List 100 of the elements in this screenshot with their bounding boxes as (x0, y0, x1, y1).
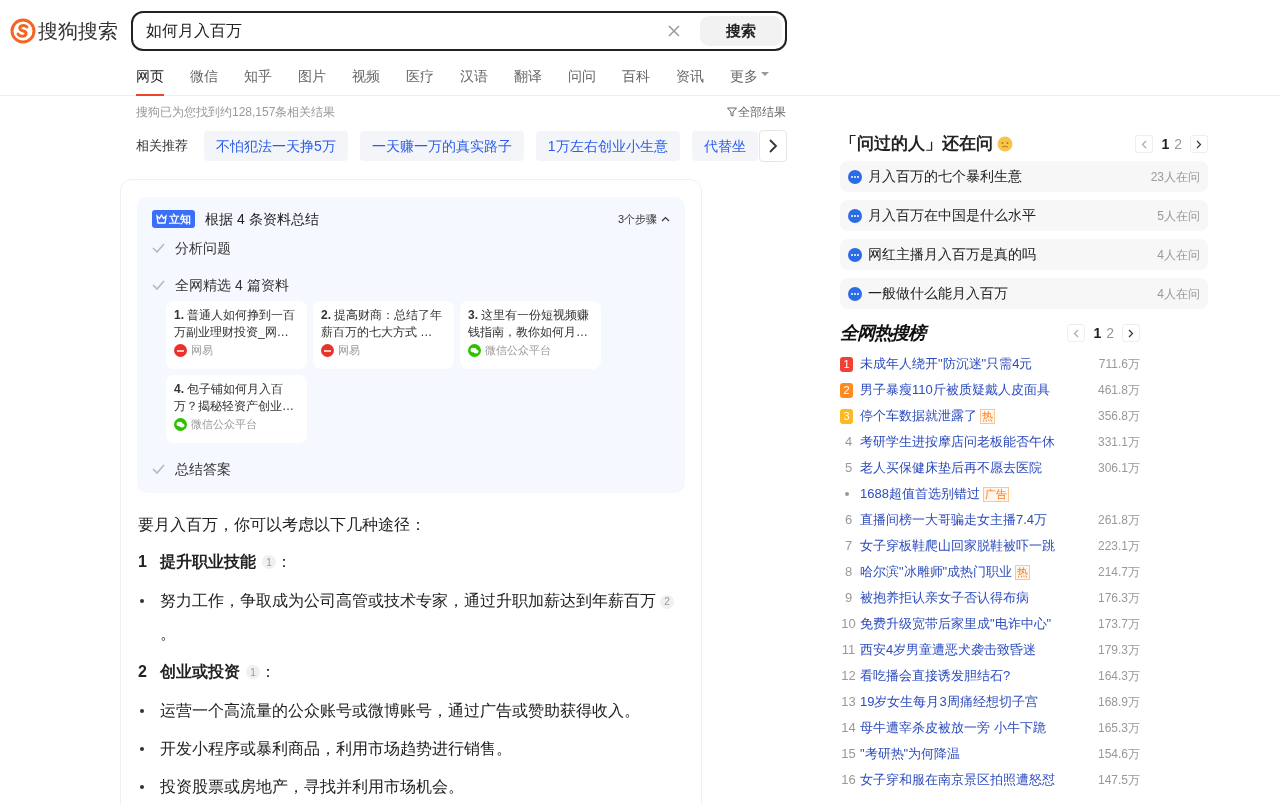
rank-number: 11 (840, 641, 857, 660)
nav-tab[interactable]: 问问 (568, 60, 596, 96)
search-field[interactable]: 如何月入百万 搜索 (131, 11, 787, 51)
nav-tab[interactable]: 微信 (190, 60, 218, 96)
nav-tab[interactable]: 资讯 (676, 60, 704, 96)
hot-link[interactable]: 停个车数据就泄露了 (860, 406, 977, 426)
question-item[interactable]: 月入百万的七个暴利生意 23人在问 (840, 161, 1208, 192)
nav-tab[interactable]: 医疗 (406, 60, 434, 96)
source-card[interactable]: 2. 提高财商：总结了年薪百万的七大方式 … 网易 (313, 301, 454, 369)
question-text: 网红主播月入百万是真的吗 (868, 245, 1037, 264)
hot-link[interactable]: 未成年人绕开"防沉迷"只需4元 (860, 354, 1033, 374)
colon-text: ： (260, 662, 276, 682)
related-chip[interactable]: 1万左右创业小生意 (535, 131, 680, 161)
hot-value: 154.6万 (1097, 746, 1140, 763)
hot-link[interactable]: 女子穿板鞋爬山回家脱鞋被吓一跳 (860, 536, 1055, 556)
rank-number: 6 (843, 511, 854, 530)
bullet-icon (140, 599, 144, 603)
bullet-text: 投资股票或房地产，寻找并利用市场机会。 (160, 778, 464, 795)
chevron-icon (661, 216, 670, 222)
rank-badge: 2 (840, 382, 853, 398)
nav-tab[interactable]: 网页 (136, 60, 164, 96)
hot-link[interactable]: 19岁女生每月3周痛经想切子宫 (860, 692, 1038, 712)
bullet-text: 努力工作，争取成为公司高管或技术专家，通过升职加薪达到年薪百万 (160, 592, 656, 609)
nav-tab[interactable]: 汉语 (460, 60, 488, 96)
hot-link[interactable]: 免费升级宽带后家里成"电诈中心" (860, 614, 1052, 634)
period-text: 。 (160, 625, 176, 642)
question-item[interactable]: 一般做什么能月入百万 4人在问 (840, 278, 1208, 309)
rank-number: 8 (843, 563, 854, 582)
hot-link[interactable]: 哈尔滨"冰雕师"成热门职业 (860, 562, 1013, 582)
bullet-text: 开发小程序或暴利商品，利用市场趋势进行销售。 (160, 740, 512, 757)
chat-bubble-icon (468, 343, 481, 357)
next-button[interactable] (1122, 324, 1140, 342)
bullet-text: 运营一个高流量的公众账号或微博账号，通过广告或赞助获得收入。 (160, 702, 640, 719)
chevron-right-icon (1128, 328, 1134, 338)
related-chip[interactable]: 一天赚一万的真实路子 (359, 131, 524, 161)
chat-bubble-icon (174, 417, 187, 431)
tag-label: 热 (1015, 564, 1031, 580)
next-button[interactable] (1190, 135, 1208, 153)
source-card[interactable]: 3. 这里有一份短视频赚钱指南，教你如何月… 微信公众平台 (460, 301, 601, 369)
ask-count: 4人在问 (1157, 285, 1200, 303)
hot-value: 176.3万 (1097, 590, 1140, 607)
hot-value: 356.8万 (1097, 408, 1140, 425)
ask-count: 5人在问 (1157, 207, 1200, 225)
hot-value: 261.8万 (1097, 512, 1140, 529)
nav-tab[interactable]: 百科 (622, 60, 650, 96)
nav-tab[interactable]: 更多 (730, 60, 769, 96)
next-button[interactable] (759, 130, 787, 162)
clear-icon (667, 24, 681, 38)
nav-tab[interactable]: 视频 (352, 60, 380, 96)
nav-tab[interactable]: 知乎 (244, 60, 272, 96)
rank-badge: 1 (840, 356, 853, 372)
related-chip[interactable]: 不怕犯法一天挣5万 (204, 131, 348, 161)
section-number: 1 (138, 552, 148, 572)
chat-bubble-icon (848, 169, 862, 184)
chevron-right-icon (768, 139, 778, 153)
search-button[interactable]: 搜索 (700, 16, 782, 46)
chat-bubble-icon (848, 286, 862, 301)
hot-link[interactable]: 直播间榜一大哥骗走女主播7.4万 (860, 510, 1048, 530)
related-chip[interactable]: 代替坐 (691, 131, 758, 161)
related-label: 相关推荐 (136, 137, 188, 156)
hot-link[interactable]: 考研学生进按摩店问老板能否午休 (860, 432, 1055, 452)
source-card[interactable]: 1. 普通人如何挣到一百万副业理财投资_网… 网易 (166, 301, 307, 369)
bullet-icon (845, 492, 849, 496)
chat-bubble-icon (848, 208, 862, 223)
filter-icon (727, 107, 737, 117)
hot-link[interactable]: 男子暴瘦110斤被质疑戴人皮面具 (860, 380, 1050, 400)
source-logo-icon (174, 343, 187, 357)
steps-toggle[interactable]: 3个步骤 (617, 210, 670, 228)
source-title: 2. 提高财商：总结了年薪百万的七大方式 … (321, 307, 444, 341)
page-number[interactable]: 1 (1161, 133, 1170, 155)
tag-label: 热 (980, 408, 995, 424)
hot-link[interactable]: 1688超值首选别错过 (860, 484, 980, 504)
source-name: 网易 (338, 343, 360, 358)
rank-number: 16 (840, 771, 857, 790)
hot-value: 461.8万 (1097, 382, 1140, 399)
filter-link[interactable]: 全部结果 (727, 103, 786, 121)
hot-link[interactable]: 被抱养拒认亲女子否认得布病 (860, 588, 1029, 608)
question-item[interactable]: 月入百万在中国是什么水平 5人在问 (840, 200, 1208, 231)
hot-value: 711.6万 (1098, 356, 1140, 373)
source-card[interactable]: 4. 包子铺如何月入百万？揭秘轻资产创业… 微信公众平台 (166, 375, 307, 443)
chat-bubble-icon (848, 247, 862, 262)
question-item[interactable]: 网红主播月入百万是真的吗 4人在问 (840, 239, 1208, 270)
hot-link[interactable]: "考研热"为何降温 (860, 744, 961, 764)
nav-tab[interactable]: 图片 (298, 60, 326, 96)
nav-tab[interactable]: 翻译 (514, 60, 542, 96)
ask-count: 4人在问 (1157, 246, 1200, 264)
hot-link[interactable]: 女子穿和服在南京景区拍照遭怒怼 (860, 770, 1055, 790)
section-number: 2 (138, 662, 148, 682)
hot-link[interactable]: 西安4岁男童遭恶犬袭击致昏迷 (860, 640, 1037, 660)
hot-value: 214.7万 (1097, 564, 1140, 581)
hot-link[interactable]: 母牛遭宰杀皮被放一旁 小牛下跪 (860, 718, 1046, 738)
rank-number: 4 (843, 433, 854, 452)
section-title: 创业或投资 (160, 662, 240, 682)
hot-link[interactable]: 老人买保健床垫后再不愿去医院 (860, 458, 1042, 478)
rank-number: 7 (843, 537, 854, 556)
bullet-icon (140, 785, 144, 789)
hot-value: 306.1万 (1097, 460, 1140, 477)
hot-link[interactable]: 看吃播会直接诱发胆结石? (860, 666, 1011, 686)
page-number[interactable]: 1 (1093, 322, 1102, 344)
hot-value: 168.9万 (1097, 694, 1140, 711)
